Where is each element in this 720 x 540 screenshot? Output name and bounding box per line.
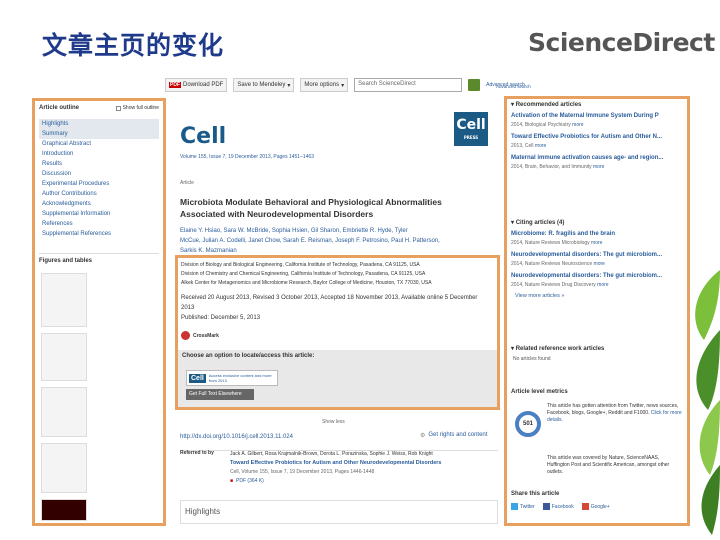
outline-item-introduction[interactable]: Introduction [39, 149, 159, 159]
left-highlight-frame: Article outline Show full outline Highli… [32, 98, 166, 526]
metrics-section: Article level metrics 501 This article h… [511, 389, 685, 476]
show-full-outline[interactable]: Show full outline [115, 105, 159, 111]
search-button[interactable] [468, 79, 481, 91]
download-pdf-button[interactable]: PDF Download PDF [165, 78, 228, 92]
citing-item[interactable]: Neurodevelopmental disorders: The gut mi… [511, 272, 685, 289]
outline-item-references[interactable]: References [39, 219, 159, 229]
recommended-section: ▾ Recommended articles Activation of the… [511, 101, 685, 175]
affiliation-3: Alkek Center for Metagenomics and Microb… [181, 280, 432, 286]
sciencedirect-logo: ScienceDirect [528, 28, 715, 57]
outline-item-results[interactable]: Results [39, 159, 159, 169]
view-more-articles[interactable]: View more articles » [511, 293, 685, 299]
referred-block: Jack A. Gilbert, Rosa Krajmalnik-Brown, … [230, 450, 500, 486]
metrics-text: This article has gotten attention from T… [547, 403, 682, 423]
outline-item-contributions[interactable]: Author Contributions [39, 189, 159, 199]
metrics-heading: Article level metrics [511, 389, 568, 395]
affiliation-1: Division of Biology and Biological Engin… [181, 262, 420, 268]
show-less-toggle[interactable]: Show less [322, 419, 345, 425]
checkbox[interactable] [115, 105, 121, 111]
slide-title: 文章主页的变化 [42, 31, 225, 60]
share-heading: Share this article [511, 491, 560, 497]
share-section: Share this article Twitter Facebook Goog… [511, 491, 685, 510]
mendeley-button[interactable]: Save to Mendeley ▾ [233, 78, 295, 92]
cell-press-logo: Cell PRESS [454, 112, 488, 146]
recommended-item[interactable]: Maternal immune activation causes age- a… [511, 154, 685, 171]
outline-item-discussion[interactable]: Discussion [39, 169, 159, 179]
outline-item-summary[interactable]: Summary [39, 129, 159, 139]
citing-heading[interactable]: ▾ Citing articles (4) [511, 219, 685, 226]
referred-title[interactable]: Toward Effective Probiotics for Autism a… [230, 459, 500, 468]
authors-line-1[interactable]: Elaine Y. Hsiao, Sara W. McBride, Sophia… [180, 226, 498, 236]
referred-meta: Cell, Volume 155, Issue 7, 19 December 2… [230, 469, 375, 475]
facebook-icon [542, 503, 550, 510]
outline-item-acknowledgments[interactable]: Acknowledgments [39, 199, 159, 209]
access-heading: Choose an option to locate/access this a… [182, 353, 315, 359]
figures-heading: Figures and tables [39, 253, 159, 264]
rights-link[interactable]: ⚙ Get rights and content [420, 432, 487, 439]
outline-item-graphical-abstract[interactable]: Graphical Abstract [39, 139, 159, 149]
access-promo[interactable]: Cell Access exclusive content and more f… [186, 370, 278, 386]
outline-item-highlights[interactable]: Highlights [39, 119, 159, 129]
share-links: Twitter Facebook Google+ [511, 503, 685, 510]
figure-thumb-5[interactable] [41, 499, 87, 521]
referred-pdf-link[interactable]: ■ PDF (364 K) [230, 477, 500, 486]
article-title: Microbiota Modulate Behavioral and Physi… [180, 197, 442, 219]
authors-line-2[interactable]: McCue, Julian A. Codelli, Janet Chow, Sa… [180, 236, 498, 246]
access-panel: Choose an option to locate/access this a… [178, 350, 497, 407]
settings-icon: ⚙ [420, 433, 426, 439]
published-date: Published: December 5, 2013 [181, 315, 261, 321]
outline-list: Highlights Summary Graphical Abstract In… [39, 119, 159, 239]
highlights-section: Highlights [180, 500, 498, 524]
outline-heading: Article outline [39, 105, 80, 111]
doi-link[interactable]: http://dx.doi.org/10.1016/j.cell.2013.11… [180, 434, 293, 440]
recommended-heading[interactable]: ▾ Recommended articles [511, 101, 685, 108]
citing-section: ▾ Citing articles (4) Microbiome: R. fra… [511, 219, 685, 299]
affiliations: Division of Biology and Biological Engin… [181, 261, 491, 340]
more-options-button[interactable]: More options ▾ [300, 78, 349, 92]
outline-item-supplemental-refs[interactable]: Supplemental References [39, 229, 159, 239]
pdf-icon: ■ [230, 478, 234, 484]
figure-thumb-1[interactable] [41, 273, 87, 327]
twitter-icon [511, 503, 518, 510]
altmetric-block: 501 This article has gotten attention fr… [511, 399, 685, 447]
facebook-share[interactable]: Facebook [542, 503, 574, 510]
coverage-text: This article was covered by Nature, Scie… [547, 455, 670, 475]
toolbar: PDF Download PDF Save to Mendeley ▾ More … [165, 77, 525, 93]
crossmark-icon [181, 331, 190, 340]
twitter-share[interactable]: Twitter [511, 503, 535, 510]
main-highlight-frame: Division of Biology and Biological Engin… [175, 255, 500, 410]
get-full-text-button[interactable]: Get Full Text Elsewhere [186, 389, 254, 400]
cell-mini-logo: Cell [189, 373, 206, 383]
recommended-item[interactable]: Activation of the Maternal Immune System… [511, 112, 685, 129]
article-type: Article [180, 180, 194, 186]
received-dates: Received 20 August 2013, Revised 3 Octob… [181, 295, 478, 311]
citing-item[interactable]: Microbiome: R. fragilis and the brain 201… [511, 230, 685, 247]
google-share[interactable]: Google+ [581, 503, 610, 510]
crossmark[interactable]: CrossMark [181, 331, 491, 340]
google-plus-icon [581, 503, 589, 510]
related-section: ▾ Related reference work articles No art… [511, 345, 685, 362]
article-outline: Article outline Show full outline Highli… [39, 105, 159, 264]
recommended-item[interactable]: Toward Effective Probiotics for Autism a… [511, 133, 685, 150]
figure-thumb-3[interactable] [41, 387, 87, 437]
figure-thumb-4[interactable] [41, 443, 87, 493]
right-highlight-frame: ▾ Recommended articles Activation of the… [504, 96, 690, 526]
outline-item-experimental[interactable]: Experimental Procedures [39, 179, 159, 189]
affiliation-2: Division of Chemistry and Chemical Engin… [181, 271, 426, 277]
author-list: Elaine Y. Hsiao, Sara W. McBride, Sophia… [180, 226, 498, 256]
pdf-icon: PDF [169, 82, 181, 88]
volume-line[interactable]: Volume 155, Issue 7, 19 December 2013, P… [180, 152, 314, 162]
journal-logo: Cell [180, 124, 227, 149]
referred-label: Referred to by [180, 450, 214, 456]
outline-item-supplemental[interactable]: Supplemental Information [39, 209, 159, 219]
no-articles: No articles found [513, 356, 551, 362]
search-input[interactable]: Search ScienceDirect [354, 78, 463, 92]
related-heading[interactable]: ▾ Related reference work articles [511, 345, 685, 352]
referred-authors: Jack A. Gilbert, Rosa Krajmalnik-Brown, … [230, 451, 433, 457]
citing-item[interactable]: Neurodevelopmental disorders: The gut mi… [511, 251, 685, 268]
altmetric-donut[interactable]: 501 [515, 411, 541, 437]
sidebar-advanced-search[interactable]: Advanced search [496, 84, 531, 89]
figure-thumb-2[interactable] [41, 333, 87, 381]
